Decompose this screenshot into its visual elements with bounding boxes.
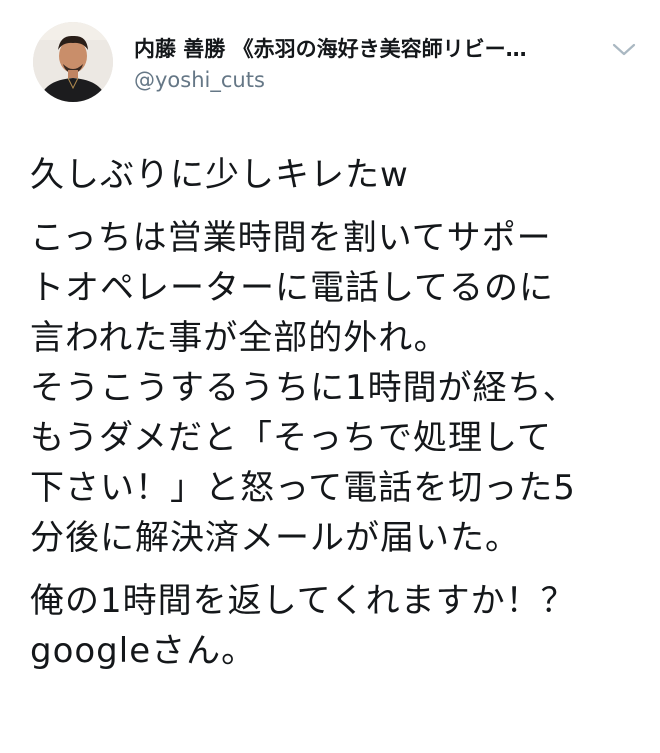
display-name[interactable]: 内藤 善勝 《赤羽の海好き美容師リビー… xyxy=(134,36,604,62)
tweet-paragraph: 久しぶりに少しキレたw xyxy=(30,155,409,195)
tweet-text: 久しぶりに少しキレたw こっちは営業時間を割いてサポー トオペレーターに電話して… xyxy=(30,150,640,676)
tweet-card: 内藤 善勝 《赤羽の海好き美容師リビー… @yoshi_cuts 久しぶりに少し… xyxy=(0,0,660,753)
chevron-down-icon[interactable] xyxy=(610,40,638,60)
tweet-paragraph: こっちは営業時間を割いてサポー トオペレーターに電話してるのに 言われた事が全部… xyxy=(30,218,578,558)
tweet-paragraph: 俺の1時間を返してくれますか！？ googleさん。 xyxy=(30,581,576,671)
user-handle[interactable]: @yoshi_cuts xyxy=(134,67,265,93)
avatar-image xyxy=(33,22,113,102)
avatar[interactable] xyxy=(33,22,113,102)
